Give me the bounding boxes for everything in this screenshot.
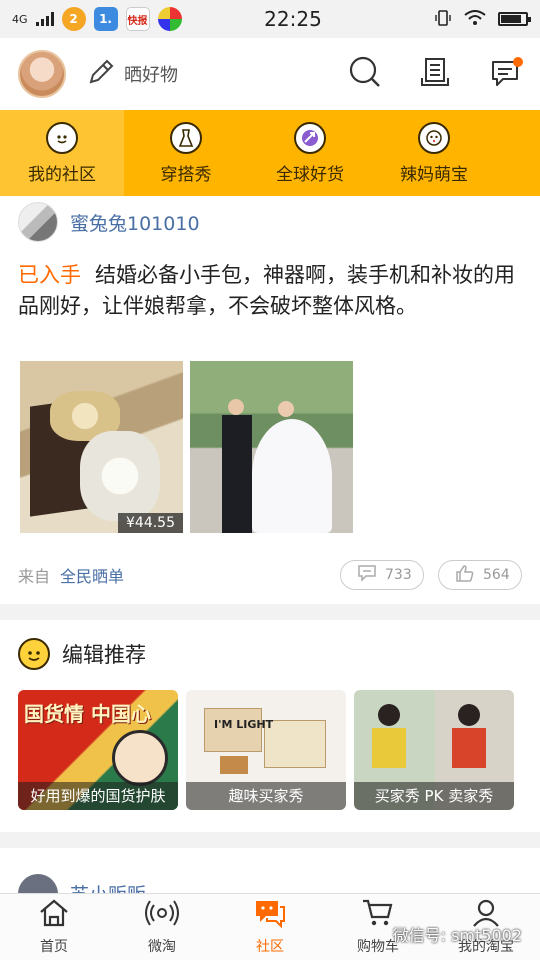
post-card[interactable]: 蜜兔兔101010 已入手 结婚必备小手包，神器啊，装手机和补妆的用品刚好，让伴娘…: [0, 196, 540, 604]
tab-label: 穿搭秀: [160, 164, 212, 185]
post-photo-wedding[interactable]: [190, 361, 353, 533]
home-icon: [37, 898, 71, 932]
pick-domestic-skincare[interactable]: 国货情 中国心 好用到爆的国货护肤: [18, 690, 178, 810]
news-app-icon: 快报: [125, 7, 150, 31]
tab-label: 我的社区: [28, 164, 96, 185]
tab-my-community[interactable]: 我的社区: [0, 110, 124, 196]
broadcast-icon: [144, 898, 180, 932]
box-label: I'M LIGHT: [214, 718, 274, 731]
from-label: 来自: [18, 567, 51, 586]
like-button[interactable]: 564: [438, 560, 522, 590]
tab-label: 微淘: [148, 939, 176, 955]
tab-community[interactable]: 社区: [216, 894, 324, 960]
tab-more[interactable]: 装: [496, 110, 540, 196]
purchased-tag: 已入手: [18, 263, 81, 287]
tab-home[interactable]: 首页: [0, 894, 108, 960]
next-post-card[interactable]: 苏小贩贩: [0, 848, 540, 914]
cart-icon: [361, 898, 395, 932]
like-count: 564: [483, 567, 510, 583]
editor-picks-section: 编辑推荐 国货情 中国心 好用到爆的国货护肤 I'M LIGHT 趣味买家秀 买…: [0, 620, 540, 832]
book-icon: [419, 56, 451, 92]
thumbs-up-icon: [455, 564, 475, 586]
clock: 22:25: [264, 7, 322, 31]
tab-moms-babies[interactable]: 辣妈萌宝: [372, 110, 496, 196]
share-goods-button[interactable]: 晒好物: [86, 57, 178, 91]
tab-outfit-show[interactable]: 穿搭秀: [124, 110, 248, 196]
signal-icon: [35, 12, 54, 26]
search-icon: [348, 55, 382, 93]
comment-button[interactable]: 733: [340, 560, 424, 590]
wifi-icon: [464, 9, 486, 29]
baby-icon: [418, 121, 450, 154]
battery-icon: [498, 12, 531, 26]
post-author[interactable]: 蜜兔兔101010: [18, 202, 200, 242]
post-text: 结婚必备小手包，神器啊，装手机和补妆的用品刚好，让伴娘帮拿，不会破坏整体风格。: [18, 263, 515, 318]
messages-button[interactable]: [488, 57, 523, 91]
section-title: 编辑推荐: [62, 643, 146, 667]
community-header: 晒好物: [0, 38, 540, 110]
editor-face-icon: [18, 638, 50, 670]
tab-global-goods[interactable]: 全球好货: [248, 110, 372, 196]
tab-label: 辣妈萌宝: [400, 164, 468, 185]
author-avatar[interactable]: [18, 202, 58, 242]
pick-caption: 买家秀 PK 卖家秀: [354, 782, 514, 810]
pick-fun-buyer-show[interactable]: I'M LIGHT 趣味买家秀: [186, 690, 346, 810]
status-bar: 4G 2 1. 快报 22:25: [0, 0, 540, 38]
wechat-watermark: 微信号: smt5002: [392, 926, 522, 945]
dress-icon: [170, 121, 202, 154]
community-chat-icon: [253, 898, 287, 932]
vibrate-icon: [434, 9, 452, 30]
source-link[interactable]: 全民晒单: [60, 563, 124, 587]
post-body: 已入手 结婚必备小手包，神器啊，装手机和补妆的用品刚好，让伴娘帮拿，不会破坏整体风…: [18, 260, 518, 322]
pick-buyer-vs-seller[interactable]: 买家秀 PK 卖家秀: [354, 690, 514, 810]
network-type: 4G: [12, 12, 28, 26]
comment-count: 733: [385, 567, 412, 583]
post-photo-clutch[interactable]: ¥44.55: [20, 361, 183, 533]
pick-caption: 趣味买家秀: [186, 782, 346, 810]
tab-label: 首页: [40, 939, 68, 955]
app1-icon: 1.: [93, 7, 118, 31]
unread-badge: [513, 57, 523, 67]
tab-label: 全球好货: [276, 164, 344, 185]
post-footer: 来自 全民晒单 733 564: [18, 560, 522, 590]
author-name[interactable]: 蜜兔兔101010: [70, 209, 200, 236]
tab-weitao[interactable]: 微淘: [108, 894, 216, 960]
tab-label: 社区: [256, 939, 284, 955]
price-tag: ¥44.55: [118, 513, 183, 533]
orders-button[interactable]: [418, 57, 452, 91]
community-icon: [46, 121, 78, 154]
notification-app-icon: 2: [61, 7, 86, 31]
globe-icon: [294, 121, 326, 154]
pick-art-text: 国货情 中国心: [24, 702, 151, 726]
comment-icon: [357, 564, 377, 586]
category-bar: 我的社区 穿搭秀 全球好货 辣妈萌宝 装: [0, 110, 540, 196]
share-goods-label: 晒好物: [124, 65, 178, 86]
pick-caption: 好用到爆的国货护肤: [18, 782, 178, 810]
search-button[interactable]: [348, 55, 382, 93]
pencil-icon: [86, 57, 116, 91]
my-avatar[interactable]: [18, 50, 66, 98]
